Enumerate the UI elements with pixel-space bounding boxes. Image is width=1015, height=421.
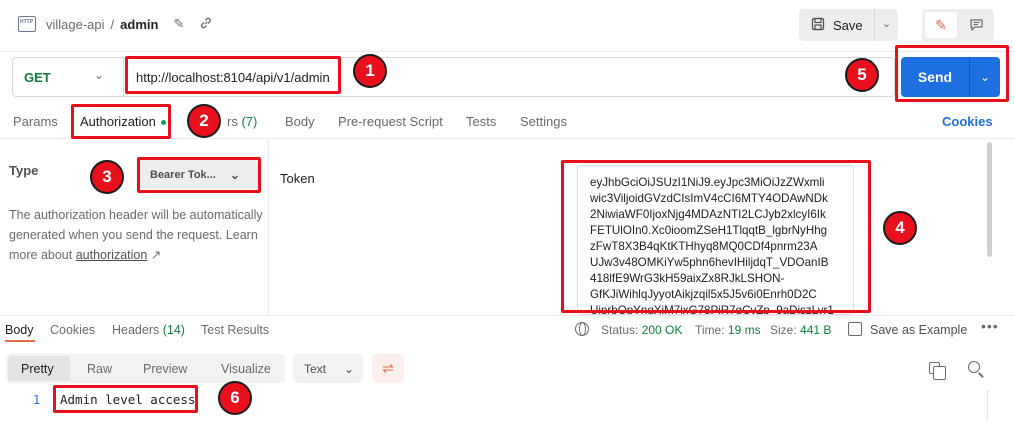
response-tab-headers-count: (14) — [162, 323, 185, 337]
view-raw[interactable]: Raw — [87, 362, 112, 376]
http-method-select[interactable]: GET — [24, 70, 51, 85]
method-divider — [123, 58, 124, 96]
tab-prerequest-script[interactable]: Pre-request Script — [338, 114, 443, 129]
http-request-icon — [18, 16, 36, 32]
pencil-icon[interactable]: ✎ — [171, 16, 187, 32]
line-number: 1 — [33, 393, 41, 407]
tab-settings[interactable]: Settings — [520, 114, 567, 129]
tab-body[interactable]: Body — [285, 114, 315, 129]
token-label: Token — [280, 171, 315, 186]
external-link-icon: ↗ — [150, 248, 162, 262]
response-tab-headers[interactable]: Headers (14) — [112, 323, 185, 337]
response-active-tab-underline — [5, 340, 35, 342]
cookies-link[interactable]: Cookies — [942, 114, 993, 129]
annotation-box-token — [561, 160, 871, 313]
view-pretty[interactable]: Pretty — [21, 362, 54, 376]
auth-scrollbar[interactable] — [987, 142, 992, 257]
search-icon[interactable] — [968, 361, 980, 373]
annotation-box-response — [53, 385, 198, 413]
response-tab-cookies[interactable]: Cookies — [50, 323, 95, 337]
size-value: 441 B — [800, 323, 832, 337]
auth-panel-divider — [268, 139, 269, 315]
status-value: 200 OK — [641, 323, 683, 337]
wrap-lines-icon[interactable]: ⇌ — [372, 354, 404, 383]
annotation-badge-6: 6 — [218, 381, 252, 415]
save-icon — [811, 17, 825, 34]
header-divider — [0, 51, 1015, 52]
auth-type-label: Type — [9, 163, 39, 178]
format-chevron-down-icon: ⌄ — [344, 361, 355, 376]
auth-description: The authorization header will be automat… — [9, 205, 264, 265]
save-label: Save — [833, 17, 863, 33]
time-value: 19 ms — [727, 323, 761, 337]
status-label: Status: — [601, 323, 639, 337]
request-name[interactable]: admin — [120, 17, 158, 32]
response-time: Time: 19 ms — [695, 323, 761, 337]
response-tab-body[interactable]: Body — [5, 323, 34, 337]
annotation-badge-1: 1 — [353, 54, 387, 88]
edit-mode-icon[interactable]: ✎ — [925, 12, 957, 38]
size-label: Size: — [770, 323, 797, 337]
response-scrollbar[interactable] — [987, 390, 988, 421]
breadcrumb-separator: / — [110, 17, 115, 32]
learn-more-link[interactable]: authorization — [76, 248, 148, 262]
annotation-badge-3: 3 — [90, 160, 124, 194]
breadcrumb-collection[interactable]: village-api — [46, 17, 105, 32]
tab-headers-label: rs — [227, 114, 238, 129]
response-format-select[interactable]: Text ⌄ — [293, 354, 363, 383]
tab-params[interactable]: Params — [13, 114, 58, 129]
method-chevron-down-icon[interactable]: ⌄ — [94, 68, 104, 82]
response-tab-test-results[interactable]: Test Results — [201, 323, 269, 337]
copy-icon[interactable] — [929, 362, 946, 380]
view-preview[interactable]: Preview — [143, 362, 187, 376]
time-label: Time: — [695, 323, 725, 337]
link-icon[interactable] — [198, 16, 214, 32]
status: Status: 200 OK — [601, 323, 682, 337]
response-format-value: Text — [304, 361, 327, 376]
annotation-box-send — [895, 45, 1009, 102]
view-visualize[interactable]: Visualize — [221, 362, 271, 376]
save-example-icon — [848, 322, 862, 336]
response-tab-headers-label: Headers — [112, 323, 160, 337]
save-options-chevron-icon[interactable]: ⌄ — [874, 9, 898, 41]
comments-icon[interactable] — [960, 12, 992, 38]
annotation-box-auth-tab — [71, 104, 171, 139]
annotation-badge-5: 5 — [845, 58, 879, 92]
breadcrumb: village-api / admin — [46, 17, 158, 32]
tab-tests[interactable]: Tests — [466, 114, 496, 129]
more-options-icon[interactable]: ••• — [981, 318, 999, 334]
save-as-example-button[interactable]: Save as Example — [870, 323, 967, 337]
annotation-box-url — [125, 56, 341, 94]
annotation-badge-2: 2 — [187, 104, 221, 138]
tab-headers[interactable]: rs (7) — [227, 114, 257, 129]
response-size: Size: 441 B — [770, 323, 831, 337]
annotation-badge-4: 4 — [883, 211, 917, 245]
response-divider[interactable] — [0, 315, 1015, 316]
globe-icon[interactable] — [575, 322, 589, 336]
annotation-box-auth-type — [137, 157, 261, 193]
tab-headers-count: (7) — [241, 114, 258, 129]
save-button[interactable]: Save — [799, 9, 874, 41]
